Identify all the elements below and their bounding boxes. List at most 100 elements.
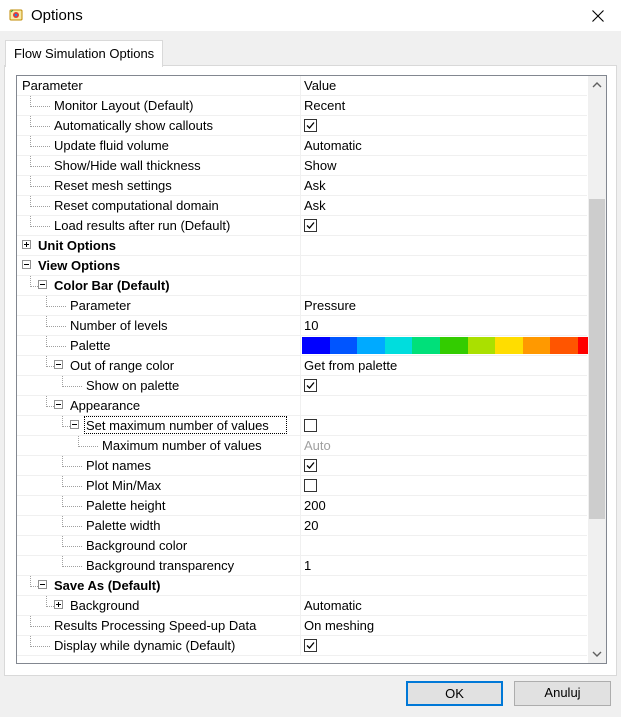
table-row[interactable]: Save As (Default) (17, 576, 587, 596)
vertical-scrollbar[interactable] (588, 76, 606, 663)
value-cell[interactable]: 10 (301, 316, 587, 335)
tree-connector (30, 146, 50, 147)
tree-connector (62, 386, 82, 387)
tree-connector (30, 176, 31, 187)
table-row[interactable]: Background transparency 1 (17, 556, 587, 576)
table-row[interactable]: Set maximum number of values (17, 416, 587, 436)
value-cell[interactable] (301, 256, 587, 275)
value-cell[interactable]: Automatic (301, 136, 587, 155)
table-row[interactable]: Color Bar (Default) (17, 276, 587, 296)
parameter-cell: Show/Hide wall thickness (17, 156, 301, 175)
table-row[interactable]: Parameter Pressure (17, 296, 587, 316)
table-row[interactable]: Monitor Layout (Default) Recent (17, 96, 587, 116)
checkbox-unchecked[interactable] (304, 479, 317, 492)
parameter-cell: Plot Min/Max (17, 476, 301, 495)
parameter-label: Reset computational domain (54, 198, 219, 213)
value-cell[interactable] (301, 456, 587, 475)
window-title: Options (31, 7, 83, 24)
parameter-value: Get from palette (304, 358, 398, 373)
checkbox-checked[interactable] (304, 379, 317, 392)
checkmark-icon (306, 222, 315, 229)
table-row[interactable]: Number of levels 10 (17, 316, 587, 336)
expand-icon[interactable] (22, 240, 31, 249)
tree-connector (46, 406, 54, 407)
collapse-icon[interactable] (54, 360, 63, 369)
value-cell[interactable]: 20 (301, 516, 587, 535)
table-row[interactable]: Palette width 20 (17, 516, 587, 536)
scroll-up-button[interactable] (588, 76, 606, 94)
tree-connector (46, 296, 47, 307)
table-row[interactable]: Background color (17, 536, 587, 556)
table-row[interactable]: Show on palette (17, 376, 587, 396)
value-cell[interactable] (301, 416, 587, 435)
value-cell[interactable] (301, 336, 606, 355)
tree-connector (46, 336, 47, 347)
parameter-value: Automatic (304, 138, 362, 153)
table-row[interactable]: Results Processing Speed-up Data On meshi… (17, 616, 587, 636)
table-row[interactable]: Unit Options (17, 236, 587, 256)
value-cell[interactable] (301, 216, 587, 235)
palette-color-bar[interactable] (302, 337, 606, 354)
value-cell[interactable] (301, 236, 587, 255)
table-row[interactable]: Reset computational domain Ask (17, 196, 587, 216)
parameter-label: Save As (Default) (54, 578, 161, 593)
value-cell[interactable] (301, 476, 587, 495)
table-row[interactable]: Palette height 200 (17, 496, 587, 516)
collapse-icon[interactable] (38, 280, 47, 289)
scroll-thumb[interactable] (589, 199, 605, 519)
table-row[interactable]: Plot names (17, 456, 587, 476)
checkbox-unchecked[interactable] (304, 419, 317, 432)
table-row[interactable]: Display while dynamic (Default) (17, 636, 587, 656)
table-row[interactable]: Palette (17, 336, 606, 356)
table-row[interactable]: Update fluid volume Automatic (17, 136, 587, 156)
table-row[interactable]: Appearance (17, 396, 587, 416)
value-cell[interactable]: 1 (301, 556, 587, 575)
value-cell[interactable]: Automatic (301, 596, 587, 615)
table-row[interactable]: Out of range color Get from palette (17, 356, 587, 376)
checkbox-checked[interactable] (304, 119, 317, 132)
parameter-label: Results Processing Speed-up Data (54, 618, 257, 633)
collapse-icon[interactable] (38, 580, 47, 589)
collapse-icon[interactable] (22, 260, 31, 269)
ok-button[interactable]: OK (406, 681, 503, 706)
parameter-cell: Out of range color (17, 356, 301, 375)
table-row[interactable]: Show/Hide wall thickness Show (17, 156, 587, 176)
parameter-cell: Unit Options (17, 236, 301, 255)
scroll-down-button[interactable] (588, 645, 606, 663)
value-cell[interactable]: Auto (301, 436, 587, 455)
value-cell[interactable] (301, 376, 587, 395)
table-row[interactable]: Reset mesh settings Ask (17, 176, 587, 196)
value-cell[interactable] (301, 576, 587, 595)
parameter-label: Palette width (86, 518, 161, 533)
value-cell[interactable]: Recent (301, 96, 587, 115)
table-row[interactable]: Automatically show callouts (17, 116, 587, 136)
checkbox-checked[interactable] (304, 219, 317, 232)
value-cell[interactable]: Ask (301, 176, 587, 195)
collapse-icon[interactable] (70, 420, 79, 429)
value-cell[interactable] (301, 276, 587, 295)
value-cell[interactable]: Pressure (301, 296, 587, 315)
table-row[interactable]: Background Automatic (17, 596, 587, 616)
value-cell[interactable]: 200 (301, 496, 587, 515)
value-cell[interactable] (301, 396, 587, 415)
expand-icon[interactable] (54, 600, 63, 609)
value-cell[interactable] (301, 116, 587, 135)
value-cell[interactable]: On meshing (301, 616, 587, 635)
tree-connector (62, 516, 63, 527)
table-row[interactable]: Load results after run (Default) (17, 216, 587, 236)
parameter-value: Pressure (304, 298, 357, 313)
value-cell[interactable] (301, 536, 587, 555)
checkbox-checked[interactable] (304, 459, 317, 472)
value-cell[interactable] (301, 636, 587, 655)
checkbox-checked[interactable] (304, 639, 317, 652)
value-cell[interactable]: Show (301, 156, 587, 175)
value-cell[interactable]: Ask (301, 196, 587, 215)
collapse-icon[interactable] (54, 400, 63, 409)
cancel-button[interactable]: Anuluj (514, 681, 611, 706)
close-button[interactable] (575, 0, 621, 31)
tab-flow-simulation-options[interactable]: Flow Simulation Options (5, 40, 164, 67)
table-row[interactable]: View Options (17, 256, 587, 276)
table-row[interactable]: Plot Min/Max (17, 476, 587, 496)
table-row[interactable]: Maximum number of values Auto (17, 436, 587, 456)
value-cell[interactable]: Get from palette (301, 356, 587, 375)
